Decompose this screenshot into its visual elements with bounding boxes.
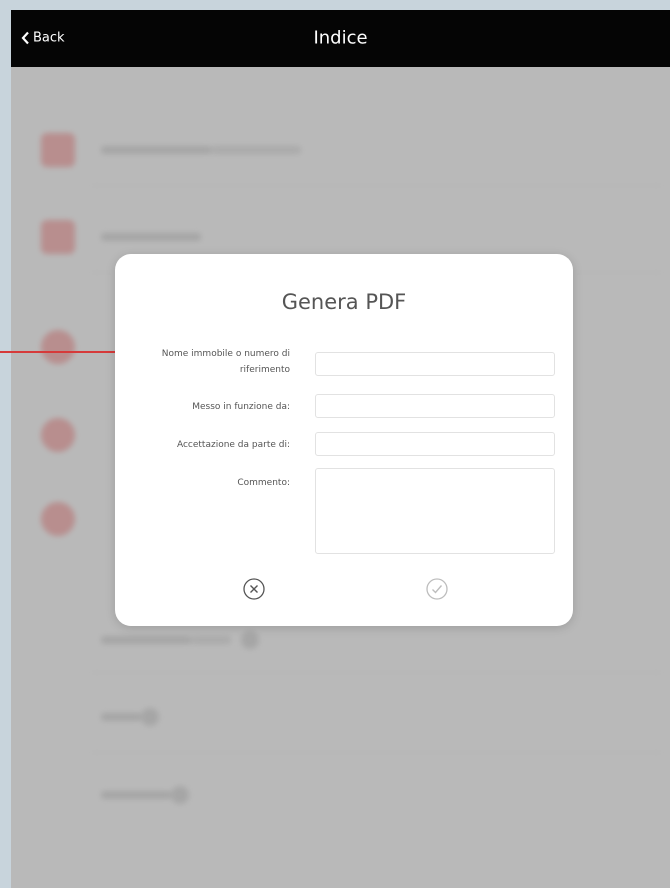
navigation-bar: Back Indice	[11, 10, 670, 67]
check-circle-icon	[426, 578, 448, 600]
cancel-button[interactable]	[242, 577, 266, 601]
comment-label: Commento:	[237, 478, 290, 488]
comment-textarea[interactable]	[315, 468, 555, 554]
confirm-button[interactable]	[425, 577, 449, 601]
property-name-label: Nome immobile o numero di riferimento	[161, 349, 290, 375]
accepted-by-label: Accettazione da parte di:	[176, 440, 290, 450]
dialog-title: Genera PDF	[281, 290, 407, 314]
commissioned-by-label: Messo in funzione da:	[192, 402, 290, 412]
property-name-input[interactable]	[315, 352, 555, 376]
close-circle-icon	[243, 578, 265, 600]
generate-pdf-dialog: Genera PDF Nome immobile o numero di rif…	[115, 254, 573, 626]
accepted-by-input[interactable]	[315, 432, 555, 456]
page-title: Indice	[313, 27, 368, 49]
commissioned-by-input[interactable]	[315, 394, 555, 418]
